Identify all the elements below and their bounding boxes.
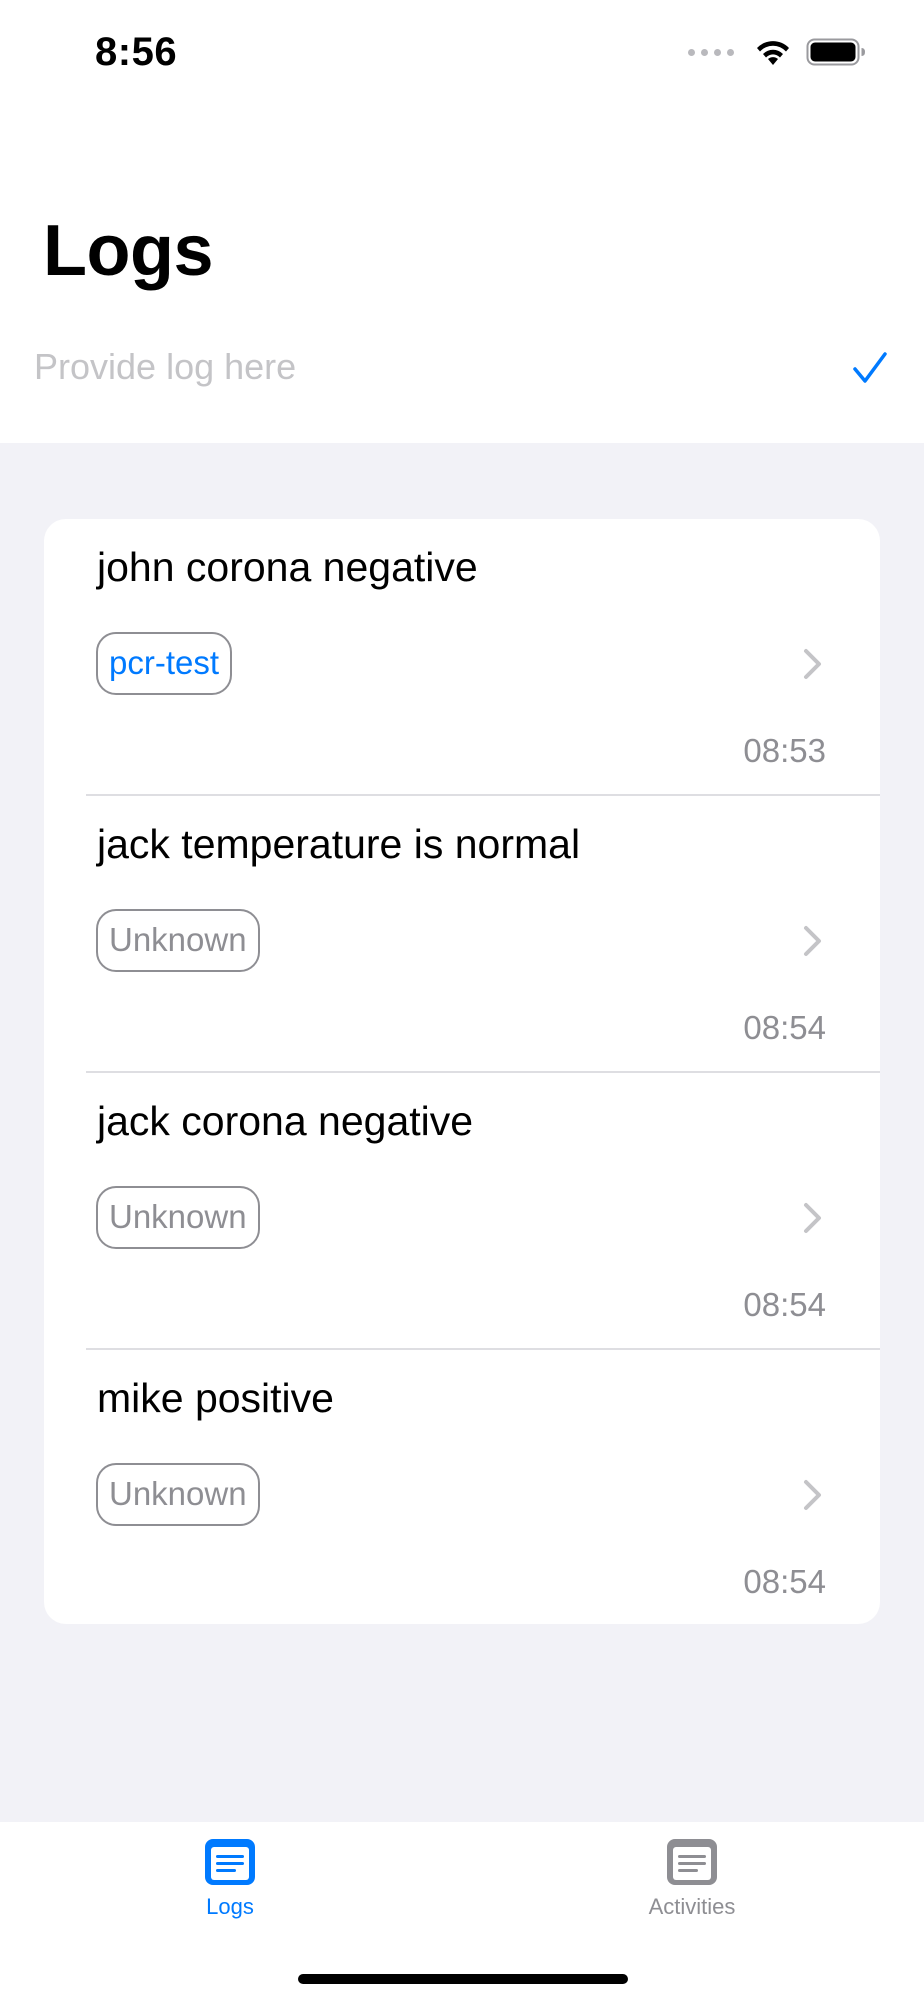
log-input[interactable] (34, 338, 834, 396)
status-time: 8:56 (95, 30, 178, 74)
log-text: mike positive (97, 1375, 334, 1421)
log-time: 08:53 (743, 732, 826, 769)
doc-text-icon (667, 1839, 717, 1885)
chevron-right-icon (804, 1480, 821, 1510)
tab-logs-label: Logs (206, 1894, 254, 1919)
log-tag-badge[interactable]: Unknown (96, 909, 260, 972)
chevron-right-icon (804, 649, 821, 679)
battery-icon (806, 38, 865, 66)
log-time: 08:54 (743, 1286, 826, 1323)
log-time: 08:54 (743, 1563, 826, 1600)
header-area: 8:56 Logs (0, 0, 924, 443)
tab-logs[interactable]: Logs (130, 1838, 330, 1948)
log-tag-badge[interactable]: pcr-test (96, 632, 233, 695)
log-tag-badge[interactable]: Unknown (96, 1463, 260, 1526)
wifi-icon (757, 41, 789, 65)
log-text: jack temperature is normal (97, 821, 581, 867)
log-text: john corona negative (97, 544, 478, 590)
log-time: 08:54 (743, 1009, 826, 1046)
home-indicator[interactable] (298, 1974, 628, 1984)
log-row[interactable]: john corona negative pcr-test 08:53 (44, 519, 880, 796)
log-tag-badge[interactable]: Unknown (96, 1186, 260, 1249)
chevron-right-icon (804, 926, 821, 956)
doc-text-icon (205, 1839, 255, 1885)
submit-log-button[interactable] (848, 346, 892, 390)
status-icons (688, 36, 866, 68)
log-row[interactable]: jack temperature is normal Unknown 08:54 (44, 796, 880, 1073)
tab-activities-label: Activities (648, 1894, 736, 1919)
tab-activities[interactable]: Activities (592, 1838, 792, 1948)
log-row[interactable]: mike positive Unknown 08:54 (44, 1350, 880, 1624)
log-row[interactable]: jack corona negative Unknown 08:54 (44, 1073, 880, 1350)
cellular-signal-icon (688, 48, 734, 56)
checkmark-icon (853, 352, 887, 383)
logs-list: john corona negative pcr-test 08:53 jack… (44, 519, 880, 1624)
log-text: jack corona negative (97, 1098, 474, 1144)
chevron-right-icon (804, 1203, 821, 1233)
page-title: Logs (43, 211, 213, 291)
